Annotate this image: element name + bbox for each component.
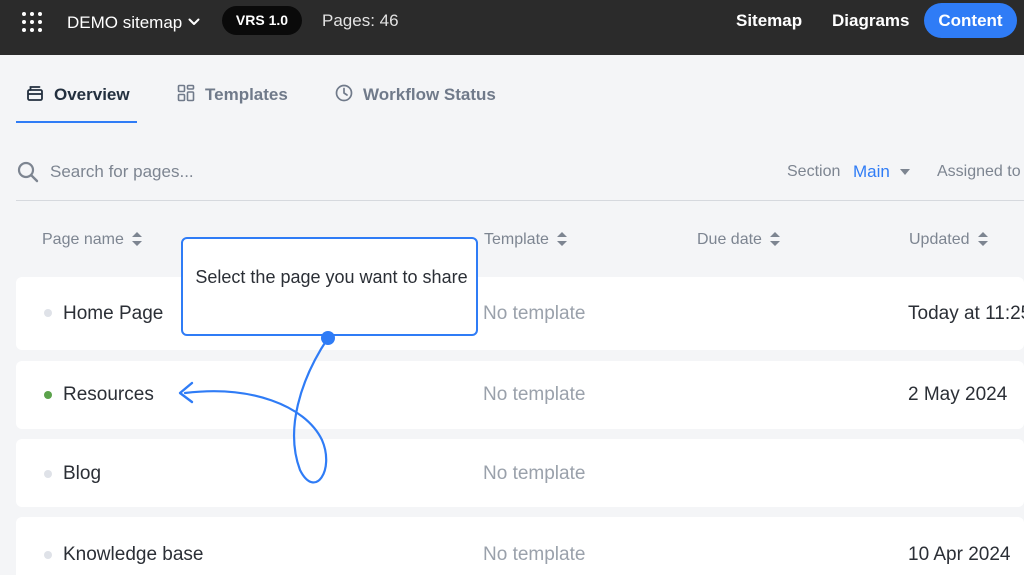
column-header-label: Page name	[42, 231, 124, 248]
page-name: Resources	[63, 384, 154, 405]
tab-overview[interactable]: Overview	[26, 83, 138, 123]
nav-sitemap[interactable]: Sitemap	[736, 11, 802, 31]
table-row[interactable]: Resources No template 2 May 2024	[16, 361, 1024, 429]
sort-icon	[131, 232, 142, 251]
page-updated: Today at 11:25	[908, 303, 1024, 324]
table-row[interactable]: Knowledge base No template 10 Apr 2024	[16, 517, 1024, 575]
column-header-label: Updated	[909, 231, 970, 248]
top-bar: DEMO sitemap VRS 1.0 Pages: 46 Sitemap D…	[0, 0, 1024, 55]
status-dot	[44, 470, 52, 478]
chevron-down-icon	[188, 11, 200, 31]
page-template: No template	[483, 463, 586, 484]
table-row[interactable]: Home Page No template Today at 11:25	[16, 277, 1024, 350]
column-header-updated[interactable]: Updated	[909, 231, 988, 251]
content-panel: Overview Templates Workflow Status Secti…	[0, 55, 1024, 575]
page-template: No template	[483, 384, 586, 405]
divider	[16, 200, 1024, 201]
callout-text: Select the page you want to share	[195, 267, 468, 287]
column-header-template[interactable]: Template	[484, 231, 567, 251]
search-icon	[17, 161, 39, 183]
sort-icon	[769, 232, 780, 251]
section-filter-dropdown[interactable]: Main	[853, 162, 890, 182]
tab-workflow-status[interactable]: Workflow Status	[335, 83, 505, 123]
tab-label: Overview	[54, 85, 130, 104]
page-template: No template	[483, 303, 586, 324]
version-badge[interactable]: VRS 1.0	[222, 6, 302, 35]
apps-grid-icon[interactable]	[20, 10, 44, 34]
status-dot	[44, 551, 52, 559]
page-name: Blog	[63, 463, 102, 484]
pages-count: Pages: 46	[322, 11, 399, 30]
active-tab-indicator	[16, 121, 137, 123]
caret-down-icon[interactable]	[900, 169, 910, 175]
tooltip-callout: Select the page you want to share	[181, 237, 478, 336]
content-button[interactable]: Content	[924, 3, 1017, 38]
section-filter-label: Section	[787, 163, 841, 180]
page-template: No template	[483, 544, 586, 565]
column-header-page-name[interactable]: Page name	[42, 231, 142, 251]
sort-icon	[556, 232, 567, 251]
column-header-label: Template	[484, 231, 549, 248]
project-name: DEMO sitemap	[67, 13, 183, 32]
project-selector[interactable]: DEMO sitemap	[67, 11, 200, 33]
table-row[interactable]: Blog No template	[16, 439, 1024, 507]
overview-icon	[27, 86, 43, 101]
page-name: Home Page	[63, 303, 164, 324]
column-header-due-date[interactable]: Due date	[697, 231, 780, 251]
page-updated: 2 May 2024	[908, 384, 1008, 405]
tab-label: Templates	[205, 85, 288, 104]
assigned-to-filter[interactable]: Assigned to	[937, 163, 1021, 181]
nav-diagrams[interactable]: Diagrams	[832, 11, 909, 31]
templates-icon	[177, 84, 195, 102]
status-dot	[44, 391, 52, 399]
tab-label: Workflow Status	[363, 85, 496, 104]
sort-icon	[977, 232, 988, 251]
tab-templates[interactable]: Templates	[177, 83, 297, 123]
page-updated: 10 Apr 2024	[908, 544, 1011, 565]
search-input[interactable]	[50, 160, 350, 184]
status-dot	[44, 309, 52, 317]
column-header-label: Due date	[697, 231, 762, 248]
clock-icon	[335, 84, 353, 102]
page-name: Knowledge base	[63, 544, 204, 565]
